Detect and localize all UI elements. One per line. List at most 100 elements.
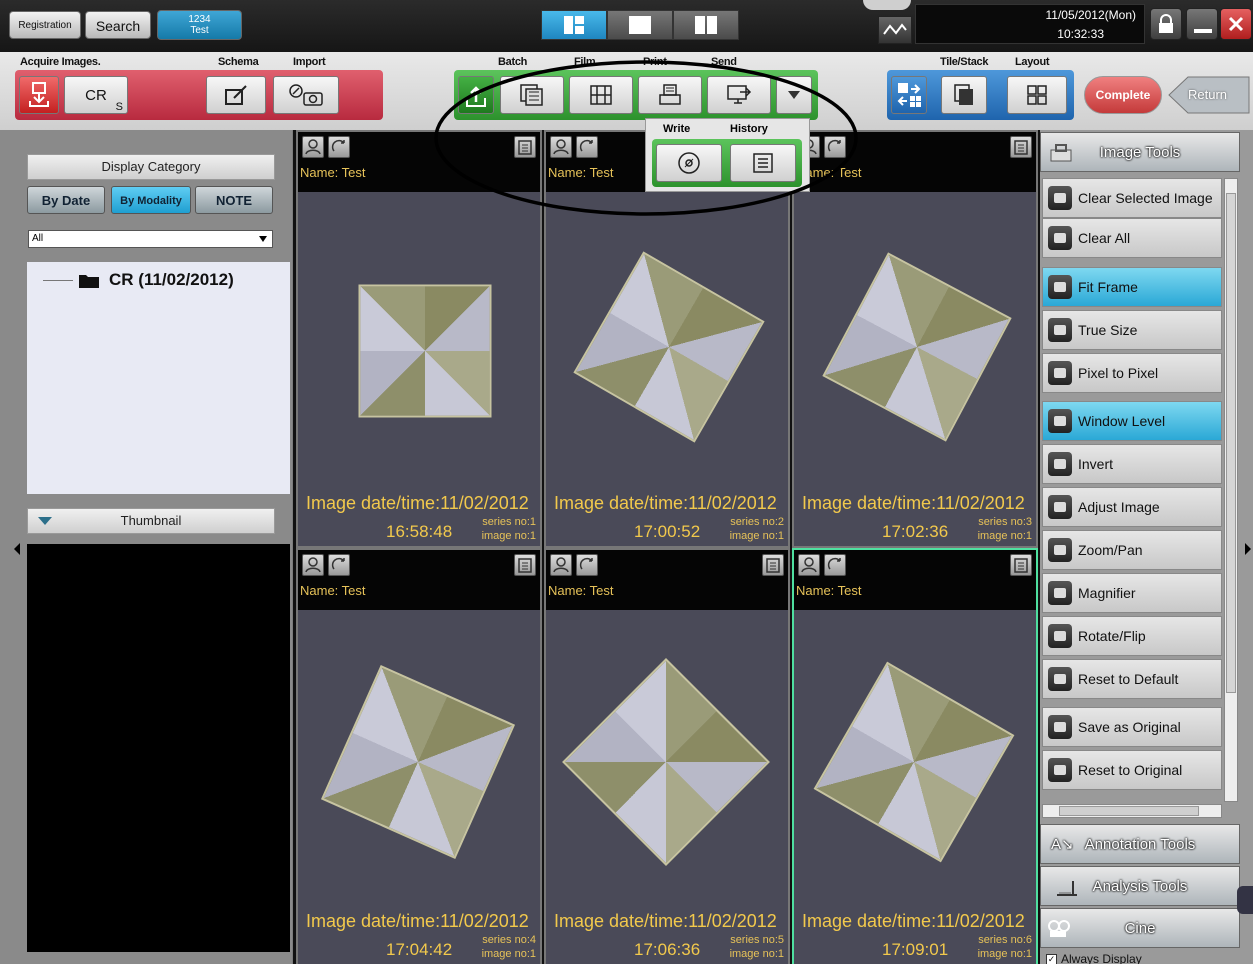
annotation-tools-header[interactable]: A↘ Annotation Tools [1040,824,1240,864]
layout-dual-button[interactable] [673,10,739,40]
pulldown-tab[interactable] [863,0,911,10]
always-display-checkbox[interactable]: ✓ Always Display [1046,952,1142,964]
image-time-overlay: 17:04:42 [386,940,453,959]
reset-to-original-button[interactable]: Reset to Original [1042,750,1222,790]
reset-to-default-button[interactable]: Reset to Default [1042,659,1222,699]
tool-label: Fit Frame [1078,279,1138,295]
schema-label: Schema [218,56,259,68]
patient-button[interactable]: 1234 Test [157,10,242,40]
clipboard-icon[interactable] [1010,554,1032,576]
cine-label: Cine [1124,920,1156,937]
patient-info-icon[interactable] [550,554,572,576]
analysis-tools-header[interactable]: Analysis Tools [1040,866,1240,906]
hscroll-thumb[interactable] [1059,806,1199,816]
adjust-image-button[interactable]: Adjust Image [1042,487,1222,527]
image-date-overlay: Image date/time:11/02/2012 [306,493,529,513]
filter-select[interactable]: All [28,230,273,248]
tool-label: Pixel to Pixel [1078,365,1159,381]
rotate-flip-button[interactable]: Rotate/Flip [1042,616,1222,656]
phantom-image [822,252,1012,442]
filter-value: All [32,233,44,244]
by-modality-button[interactable]: By Modality [111,186,191,214]
thumbnail-area [27,544,290,952]
by-date-button[interactable]: By Date [27,186,105,214]
clear-all-button[interactable]: Clear All [1042,218,1222,258]
check-icon: ✓ [1046,953,1057,964]
patient-info-icon[interactable] [798,554,820,576]
clipboard-icon[interactable] [1010,136,1032,158]
lock-button[interactable] [1150,8,1182,40]
invert-button[interactable]: Invert [1042,444,1222,484]
series-no-overlay: series no:3 [978,516,1032,528]
patient-name-overlay: Name: Test [548,583,614,598]
image-viewport[interactable]: Name: Test Image date/time:11/02/2012 17:0… [544,548,790,964]
collapse-left-icon[interactable] [14,543,20,555]
vscroll-thumb[interactable] [1226,193,1236,693]
complete-button[interactable]: Complete [1084,76,1162,114]
sync-icon[interactable] [328,554,350,576]
tile-group [887,70,1074,120]
tools-vscrollbar[interactable] [1224,178,1238,802]
image-viewport[interactable]: Name: Test Image date/time:11/02/2012 17:0… [792,548,1038,964]
reset-to-default-icon [1048,667,1072,691]
highlight-ellipse [434,60,858,216]
cr-button[interactable]: CR S [64,76,128,114]
tree-item[interactable]: CR (11/02/2012) [43,270,234,289]
note-button[interactable]: NOTE [195,186,273,214]
clipboard-icon[interactable] [514,554,536,576]
image-tools-header[interactable]: Image Tools [1040,132,1240,172]
sync-icon[interactable] [576,554,598,576]
tree-connector [43,279,73,281]
annotation-icon: A↘ [1051,836,1074,853]
cine-header[interactable]: Cine [1040,908,1240,948]
close-button[interactable] [1220,8,1252,40]
thumbnail-header[interactable]: Thumbnail [27,508,275,534]
stack-button[interactable] [941,76,987,114]
tile-stack-toggle-button[interactable] [891,76,927,114]
save-as-original-button[interactable]: Save as Original [1042,707,1222,747]
status-button[interactable] [878,16,912,44]
minimize-button[interactable] [1186,8,1218,40]
patient-id: 1234 [188,14,211,25]
app-window: Registration Search 1234 Test 11/05/2012… [0,0,1253,964]
image-no-overlay: image no:1 [729,948,784,960]
tool-label: Magnifier [1078,585,1136,601]
import-button[interactable] [273,76,339,114]
magnifier-button[interactable]: Magnifier [1042,573,1222,613]
acquire-button[interactable] [19,76,59,114]
layout-split-button[interactable] [541,10,607,40]
sync-icon[interactable] [328,136,350,158]
window-level-button[interactable]: Window Level [1042,401,1222,441]
return-button[interactable]: Return [1168,76,1250,114]
clipboard-icon[interactable] [762,554,784,576]
search-button[interactable]: Search [85,11,151,39]
true-size-button[interactable]: True Size [1042,310,1222,350]
clear-all-icon [1048,226,1072,250]
pixel-to-pixel-button[interactable]: Pixel to Pixel [1042,353,1222,393]
side-tab[interactable] [1237,886,1253,914]
patient-info-icon[interactable] [302,554,324,576]
image-date-overlay: Image date/time:11/02/2012 [554,911,777,931]
patient-info-icon[interactable] [302,136,324,158]
tool-label: True Size [1078,322,1138,338]
sync-icon[interactable] [824,554,846,576]
image-viewport[interactable]: Name: Test Image date/time:11/02/2012 17:0… [296,548,542,964]
tree-item-label: CR (11/02/2012) [109,270,234,289]
schema-button[interactable] [206,76,266,114]
clear-selected-image-button[interactable]: Clear Selected Image [1042,178,1222,218]
tool-label: Clear Selected Image [1078,190,1213,206]
dual-view-icon [695,16,717,34]
date-text: 11/05/2012(Mon) [1045,8,1136,22]
layout-button[interactable] [1007,76,1067,114]
tools-hscrollbar[interactable] [1042,804,1222,818]
expand-right-icon[interactable] [1245,543,1251,555]
fit-frame-button[interactable]: Fit Frame [1042,267,1222,307]
analysis-tools-label: Analysis Tools [1092,878,1188,895]
layout-single-button[interactable] [607,10,673,40]
tilestack-label: Tile/Stack [940,56,989,68]
schema-icon [225,85,247,105]
registration-button[interactable]: Registration [9,11,81,39]
series-no-overlay: series no:1 [482,516,536,528]
zoom-pan-button[interactable]: Zoom/Pan [1042,530,1222,570]
invert-icon [1048,452,1072,476]
